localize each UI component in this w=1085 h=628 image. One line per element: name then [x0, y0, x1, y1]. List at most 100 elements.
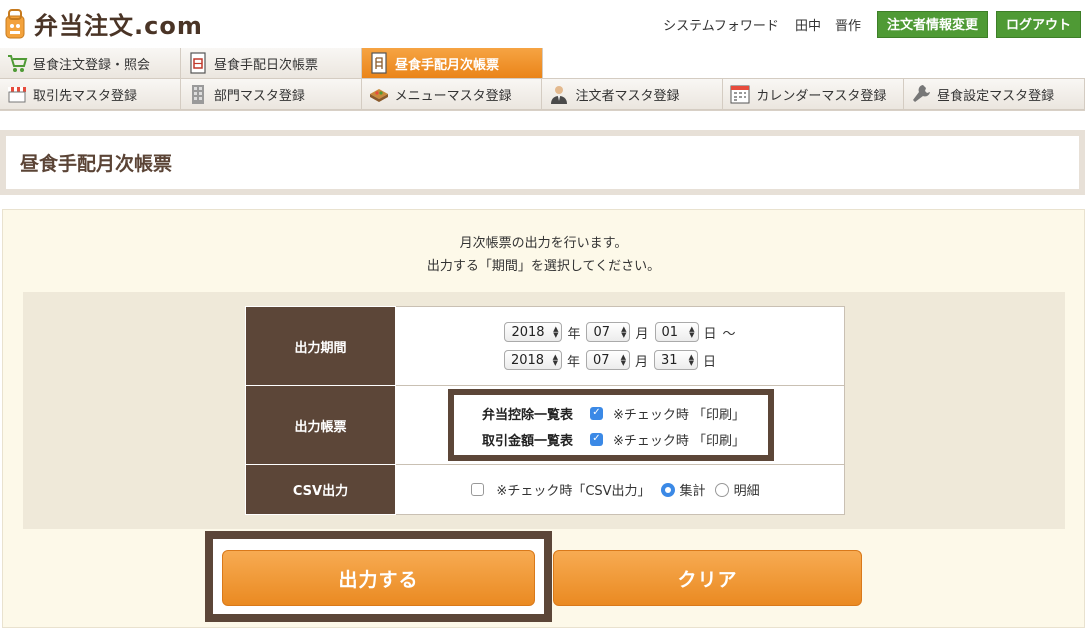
- stepper-arrows-icon: ▲ ▼: [688, 353, 694, 367]
- user-first-name: 晋作: [834, 18, 861, 34]
- from-day-value: 01: [661, 324, 679, 340]
- main-nav: 昼食注文登録・照会 昼食手配日次帳票 昼食手配月次帳票 取引先マスタ登録 部門マ…: [0, 48, 1085, 111]
- unit-month: 月: [635, 326, 649, 342]
- range-separator: 〜: [722, 326, 736, 342]
- nav-item-department-master[interactable]: 部門マスタ登録: [180, 79, 362, 110]
- report-option-note: ※チェック時 「印刷」: [613, 433, 746, 449]
- csv-checkbox[interactable]: [471, 483, 485, 496]
- report-option-label: 弁当控除一覧表: [482, 407, 574, 423]
- to-month-select[interactable]: 07 ▲ ▼: [585, 350, 630, 370]
- csv-row: CSV出力 ※チェック時「CSV出力」 集計 明細: [245, 464, 845, 515]
- period-inputs: 2018 ▲ ▼ 年 07 ▲ ▼ 月 01 ▲ ▼ 日 〜 2018 ▲ ▼ 年 07 ▲ ▼ 月…: [395, 306, 845, 386]
- nav-item-monthly-report[interactable]: 昼食手配月次帳票: [362, 48, 543, 79]
- report-label: 出力帳票: [245, 385, 396, 465]
- from-year-value: 2018: [511, 324, 545, 340]
- report-option-transaction: 取引金額一覧表 ✓ ※チェック時 「印刷」: [454, 426, 768, 452]
- nav-item-daily-report[interactable]: 昼食手配日次帳票: [181, 48, 362, 79]
- profile-edit-button[interactable]: 注文者情報変更: [876, 10, 988, 38]
- nav-item-orderer-master[interactable]: 注文者マスタ登録: [542, 79, 724, 110]
- to-year-select[interactable]: 2018 ▲ ▼: [503, 350, 562, 370]
- person-icon: [551, 86, 568, 104]
- nav-row-1: 昼食注文登録・照会 昼食手配日次帳票 昼食手配月次帳票: [0, 48, 1085, 79]
- detail-radio-label: 明細: [733, 484, 760, 499]
- date-from: 2018 ▲ ▼ 年 07 ▲ ▼ 月 01 ▲ ▼ 日 〜: [396, 319, 844, 345]
- page-title-frame: 昼食手配月次帳票: [0, 130, 1085, 195]
- summary-radio-label: 集計: [679, 484, 706, 499]
- date-to: 2018 ▲ ▼ 年 07 ▲ ▼ 月 31 ▲ ▼ 日: [396, 347, 844, 373]
- to-day-select[interactable]: 31 ▲ ▼: [654, 350, 698, 370]
- nav-item-label: メニューマスタ登録: [394, 88, 512, 104]
- report-option-label: 取引金額一覧表: [482, 433, 574, 449]
- nav-item-label: 取引先マスタ登録: [33, 88, 138, 104]
- nav-item-calendar-master[interactable]: カレンダーマスタ登録: [723, 79, 905, 110]
- building-icon: [191, 85, 204, 104]
- summary-radio[interactable]: [660, 482, 675, 497]
- to-day-value: 31: [661, 352, 678, 368]
- output-button[interactable]: 出力する: [222, 550, 535, 606]
- nav-row-2: 取引先マスタ登録 部門マスタ登録 メニューマスタ登録 注文者マスタ登録 カレンダ…: [0, 79, 1085, 110]
- daily-report-icon: [190, 52, 206, 74]
- nav-item-supplier-master[interactable]: 取引先マスタ登録: [0, 79, 181, 110]
- report-highlight-frame: 弁当控除一覧表 ✓ ※チェック時 「印刷」 取引金額一覧表 ✓ ※チェック時 「…: [448, 389, 774, 461]
- period-row: 出力期間 2018 ▲ ▼ 年 07 ▲ ▼ 月 01 ▲ ▼ 日 〜 2018 ▲ ▼ 年: [245, 306, 845, 386]
- nav-item-label: 昼食手配日次帳票: [214, 57, 319, 73]
- report-option-note: ※チェック時 「印刷」: [613, 407, 746, 423]
- transaction-checkbox[interactable]: ✓: [590, 432, 603, 446]
- app-header: 弁当注文.com システムフォワード 田中 晋作 注文者情報変更 ログアウト: [0, 0, 1085, 48]
- monthly-report-icon: [371, 52, 387, 74]
- company-name: システムフォワード: [663, 18, 779, 34]
- page-title: 昼食手配月次帳票: [6, 136, 1079, 189]
- nav-item-label: 昼食注文登録・照会: [33, 57, 151, 73]
- nav-item-lunch-order[interactable]: 昼食注文登録・照会: [0, 48, 181, 79]
- nav-item-label: 昼食手配月次帳票: [395, 57, 500, 73]
- nav-item-menu-master[interactable]: メニューマスタ登録: [361, 79, 543, 110]
- cart-icon: [8, 55, 28, 72]
- form-area: 出力期間 2018 ▲ ▼ 年 07 ▲ ▼ 月 01 ▲ ▼ 日 〜 2018 ▲ ▼ 年: [23, 292, 1065, 529]
- csv-options: ※チェック時「CSV出力」 集計 明細: [395, 464, 845, 515]
- user-last-name: 田中: [794, 18, 821, 34]
- clear-button[interactable]: クリア: [553, 550, 862, 606]
- report-option-deduction: 弁当控除一覧表 ✓ ※チェック時 「印刷」: [454, 400, 768, 426]
- logo[interactable]: 弁当注文.com: [4, 6, 203, 41]
- intro-line-2: 出力する「期間」を選択してください。: [426, 259, 661, 274]
- unit-year: 年: [566, 354, 580, 370]
- from-month-select[interactable]: 07 ▲ ▼: [586, 322, 631, 342]
- report-row: 出力帳票 弁当控除一覧表 ✓ ※チェック時 「印刷」 取引金額一覧表 ✓ ※チェ…: [245, 385, 845, 465]
- nav-item-label: 昼食設定マスタ登録: [937, 88, 1055, 104]
- logout-button[interactable]: ログアウト: [995, 10, 1081, 38]
- csv-label: CSV出力: [245, 464, 396, 515]
- stepper-arrows-icon: ▲ ▼: [553, 325, 559, 339]
- unit-day: 日: [703, 354, 717, 370]
- unit-day: 日: [703, 326, 717, 342]
- stepper-arrows-icon: ▲ ▼: [689, 325, 695, 339]
- csv-note: ※チェック時「CSV出力」: [496, 484, 651, 499]
- logo-text: 弁当注文.com: [34, 12, 203, 40]
- bento-icon: [369, 89, 388, 102]
- nav-filler: [543, 48, 1085, 79]
- unit-month: 月: [634, 354, 648, 370]
- calendar-icon: [730, 85, 750, 104]
- stepper-arrows-icon: ▲ ▼: [621, 325, 627, 339]
- report-form-table: 出力期間 2018 ▲ ▼ 年 07 ▲ ▼ 月 01 ▲ ▼ 日 〜 2018 ▲ ▼ 年: [245, 306, 845, 515]
- csv-line: ※チェック時「CSV出力」 集計 明細: [396, 480, 844, 499]
- nav-item-label: 部門マスタ登録: [213, 88, 305, 104]
- to-month-value: 07: [592, 352, 610, 368]
- detail-radio[interactable]: [714, 482, 729, 497]
- bento-logo-icon: [5, 8, 25, 38]
- header-user-area: システムフォワード 田中 晋作 注文者情報変更 ログアウト: [663, 10, 1081, 38]
- from-year-select[interactable]: 2018 ▲ ▼: [504, 322, 563, 342]
- wrench-icon: [913, 85, 931, 102]
- unit-year: 年: [567, 326, 581, 342]
- report-options: 弁当控除一覧表 ✓ ※チェック時 「印刷」 取引金額一覧表 ✓ ※チェック時 「…: [395, 385, 845, 465]
- stepper-arrows-icon: ▲ ▼: [620, 353, 626, 367]
- intro-text: 月次帳票の出力を行います。 出力する「期間」を選択してください。: [3, 232, 1084, 278]
- intro-line-1: 月次帳票の出力を行います。: [459, 236, 628, 251]
- nav-item-label: 注文者マスタ登録: [575, 88, 680, 104]
- to-year-value: 2018: [510, 352, 545, 368]
- shop-icon: [8, 87, 26, 103]
- from-day-select[interactable]: 01 ▲ ▼: [654, 322, 699, 342]
- stepper-arrows-icon: ▲ ▼: [552, 353, 558, 367]
- deduction-checkbox[interactable]: ✓: [590, 406, 603, 420]
- from-month-value: 07: [593, 324, 611, 340]
- nav-item-lunch-settings-master[interactable]: 昼食設定マスタ登録: [904, 79, 1085, 110]
